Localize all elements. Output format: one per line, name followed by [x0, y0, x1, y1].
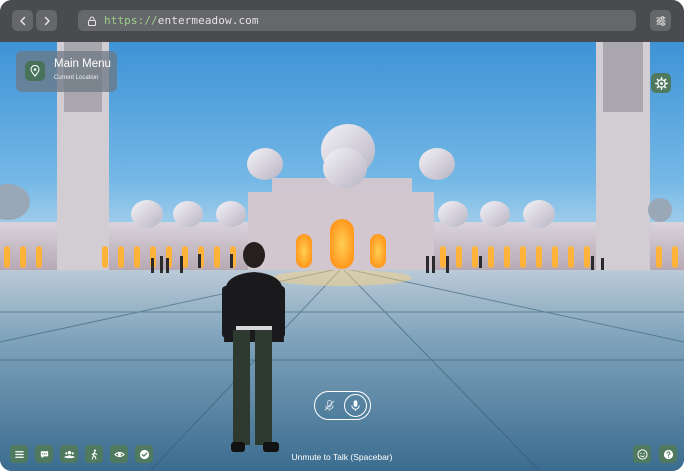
browser-settings-button[interactable]	[650, 10, 671, 31]
mic-icon[interactable]	[344, 394, 367, 417]
mic-off-icon[interactable]	[321, 397, 338, 414]
people-button[interactable]	[60, 445, 78, 463]
chat-icon	[40, 450, 48, 458]
check-circle-icon	[139, 449, 149, 459]
address-bar[interactable]: https://entermeadow.com	[78, 10, 636, 31]
scene-settings-button[interactable]	[651, 73, 671, 93]
virtual-world-viewport[interactable]: Main Menu Current Location Unmute to Tal…	[0, 42, 684, 471]
chat-button[interactable]	[35, 445, 53, 463]
browser-window: https://entermeadow.com Main Menu Curren…	[0, 0, 684, 471]
gear-icon	[654, 76, 668, 90]
walk-icon	[91, 449, 97, 460]
bottom-right-toolbar	[633, 445, 677, 463]
help-button[interactable]	[659, 445, 677, 463]
walk-button[interactable]	[85, 445, 103, 463]
menu-icon	[14, 450, 24, 458]
eye-icon	[113, 451, 125, 457]
mic-toggle[interactable]	[314, 391, 371, 420]
view-button[interactable]	[110, 445, 128, 463]
location-pin-icon	[25, 61, 45, 81]
location-subtitle: Current Location	[54, 75, 99, 81]
url-host: entermeadow.com	[157, 14, 259, 27]
bottom-toolbar	[10, 445, 153, 463]
check-button[interactable]	[135, 445, 153, 463]
menu-button[interactable]	[10, 445, 28, 463]
back-icon	[19, 16, 25, 25]
url-text: https://entermeadow.com	[104, 14, 259, 27]
back-button[interactable]	[12, 10, 33, 31]
people-icon	[63, 450, 75, 458]
lock-icon	[86, 15, 98, 27]
browser-toolbar: https://entermeadow.com	[0, 0, 684, 42]
forward-button[interactable]	[36, 10, 57, 31]
main-menu-card[interactable]: Main Menu Current Location	[16, 51, 117, 92]
emoji-icon	[636, 448, 648, 460]
url-scheme: https://	[104, 14, 158, 27]
emoji-button[interactable]	[633, 445, 651, 463]
forward-icon	[44, 16, 50, 25]
sliders-icon	[656, 15, 665, 26]
help-icon	[663, 449, 673, 459]
location-title: Main Menu	[54, 58, 111, 70]
